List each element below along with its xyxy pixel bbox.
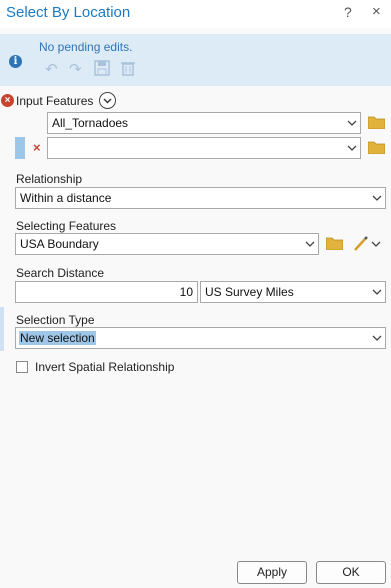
dialog-title: Select By Location: [6, 4, 131, 21]
relationship-label: Relationship: [16, 172, 83, 186]
folder-icon[interactable]: [326, 237, 343, 250]
banner-message: No pending edits.: [39, 40, 133, 54]
row-indicator: [15, 137, 25, 159]
invert-checkbox[interactable]: [16, 361, 28, 373]
save-edits-icon[interactable]: [94, 60, 110, 80]
redo-icon[interactable]: ↷: [69, 60, 82, 78]
chevron-down-icon: [372, 335, 382, 341]
ok-button[interactable]: OK: [316, 561, 386, 584]
search-distance-input[interactable]: 10: [15, 281, 198, 303]
distance-unit-select[interactable]: US Survey Miles: [200, 281, 386, 303]
help-icon[interactable]: ?: [344, 4, 352, 20]
title-bar: Select By Location ? ×: [0, 0, 391, 28]
folder-icon[interactable]: [368, 116, 385, 129]
selecting-features-label: Selecting Features: [16, 219, 117, 233]
edit-status-banner: i No pending edits. ↶ ↷: [0, 34, 391, 86]
chevron-down-icon: [347, 120, 357, 126]
selection-type-value: New selection: [19, 331, 96, 345]
selecting-features-select[interactable]: USA Boundary: [15, 233, 319, 255]
selecting-features-value: USA Boundary: [20, 237, 99, 251]
invert-label: Invert Spatial Relationship: [35, 360, 175, 374]
apply-button[interactable]: Apply: [237, 561, 307, 584]
input-features-value: All_Tornadoes: [52, 116, 129, 130]
input-features-label: Input Features: [16, 94, 94, 108]
chevron-down-icon: [372, 289, 382, 295]
expand-icon[interactable]: [99, 92, 116, 109]
pencil-icon[interactable]: [353, 236, 383, 252]
undo-icon[interactable]: ↶: [45, 60, 58, 78]
relationship-select[interactable]: Within a distance: [15, 187, 386, 209]
input-features-select[interactable]: All_Tornadoes: [47, 112, 361, 134]
input-features-select-2[interactable]: [47, 137, 361, 159]
chevron-down-icon: [347, 145, 357, 151]
search-distance-label: Search Distance: [16, 266, 105, 280]
selection-type-select[interactable]: New selection: [15, 327, 386, 349]
search-distance-value: 10: [179, 285, 193, 299]
error-icon: ×: [1, 94, 14, 107]
discard-edits-icon[interactable]: [120, 60, 136, 80]
remove-row-icon[interactable]: ×: [33, 140, 41, 155]
chevron-down-icon: [305, 241, 315, 247]
focus-indicator: [0, 307, 4, 351]
chevron-down-icon: [372, 195, 382, 201]
distance-unit-value: US Survey Miles: [205, 285, 294, 299]
info-icon: i: [9, 55, 22, 68]
close-icon[interactable]: ×: [372, 3, 381, 20]
relationship-value: Within a distance: [20, 191, 112, 205]
selection-type-label: Selection Type: [16, 313, 95, 327]
folder-icon[interactable]: [368, 141, 385, 154]
